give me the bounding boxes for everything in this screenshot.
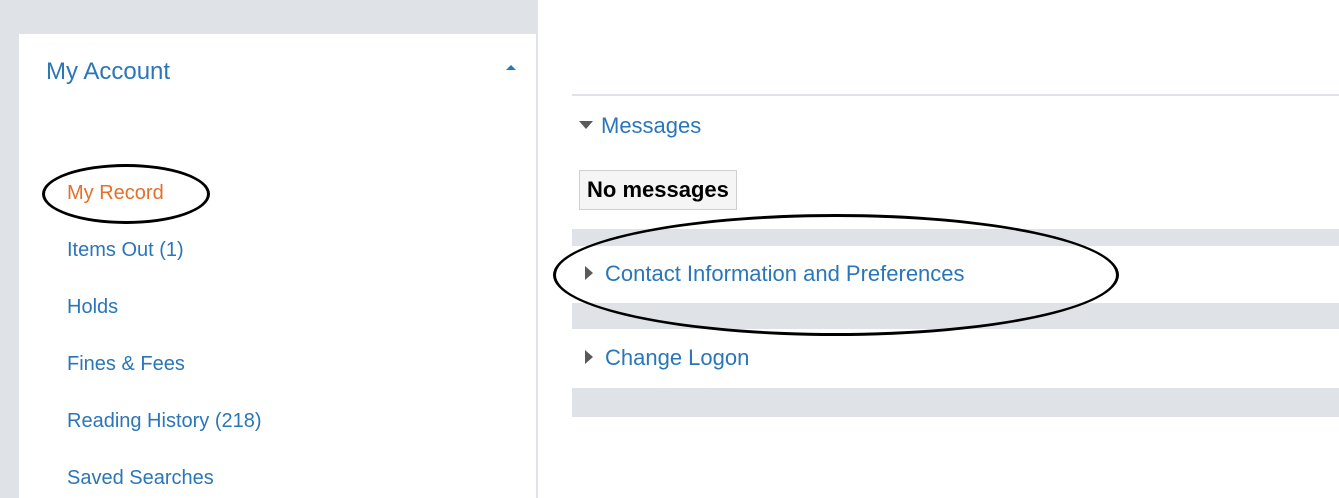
triangle-right-icon	[585, 350, 593, 365]
triangle-right-icon	[585, 266, 593, 281]
sidebar-item-my-record[interactable]: My Record	[67, 182, 164, 204]
section-band	[572, 303, 1339, 329]
section-divider	[572, 244, 1339, 246]
sidebar-item-fines-fees[interactable]: Fines & Fees	[67, 353, 185, 375]
my-account-title[interactable]: My Account	[46, 59, 170, 85]
account-main-area: Messages No messages Contact Information…	[572, 0, 1339, 498]
section-divider	[572, 94, 1339, 96]
section-band	[572, 229, 1339, 244]
change-logon-section-header[interactable]: Change Logon	[579, 346, 749, 370]
change-logon-section-label: Change Logon	[605, 345, 750, 370]
no-messages-notice: No messages	[579, 170, 737, 210]
sidebar-item-items-out[interactable]: Items Out (1)	[67, 239, 184, 261]
section-band	[572, 388, 1339, 417]
sidebar-item-reading-history[interactable]: Reading History (218)	[67, 410, 262, 432]
sidebar-item-saved-searches[interactable]: Saved Searches	[67, 467, 214, 489]
contact-info-section-header[interactable]: Contact Information and Preferences	[579, 262, 965, 286]
messages-section-label: Messages	[601, 113, 702, 138]
triangle-down-icon	[579, 121, 593, 130]
sidebar-item-holds[interactable]: Holds	[67, 296, 118, 318]
contact-info-section-label: Contact Information and Preferences	[605, 261, 965, 286]
my-account-sidebar: My Account My Record Items Out (1) Holds…	[19, 34, 536, 498]
caret-up-icon[interactable]	[506, 65, 516, 70]
messages-section-header[interactable]: Messages	[579, 114, 701, 138]
